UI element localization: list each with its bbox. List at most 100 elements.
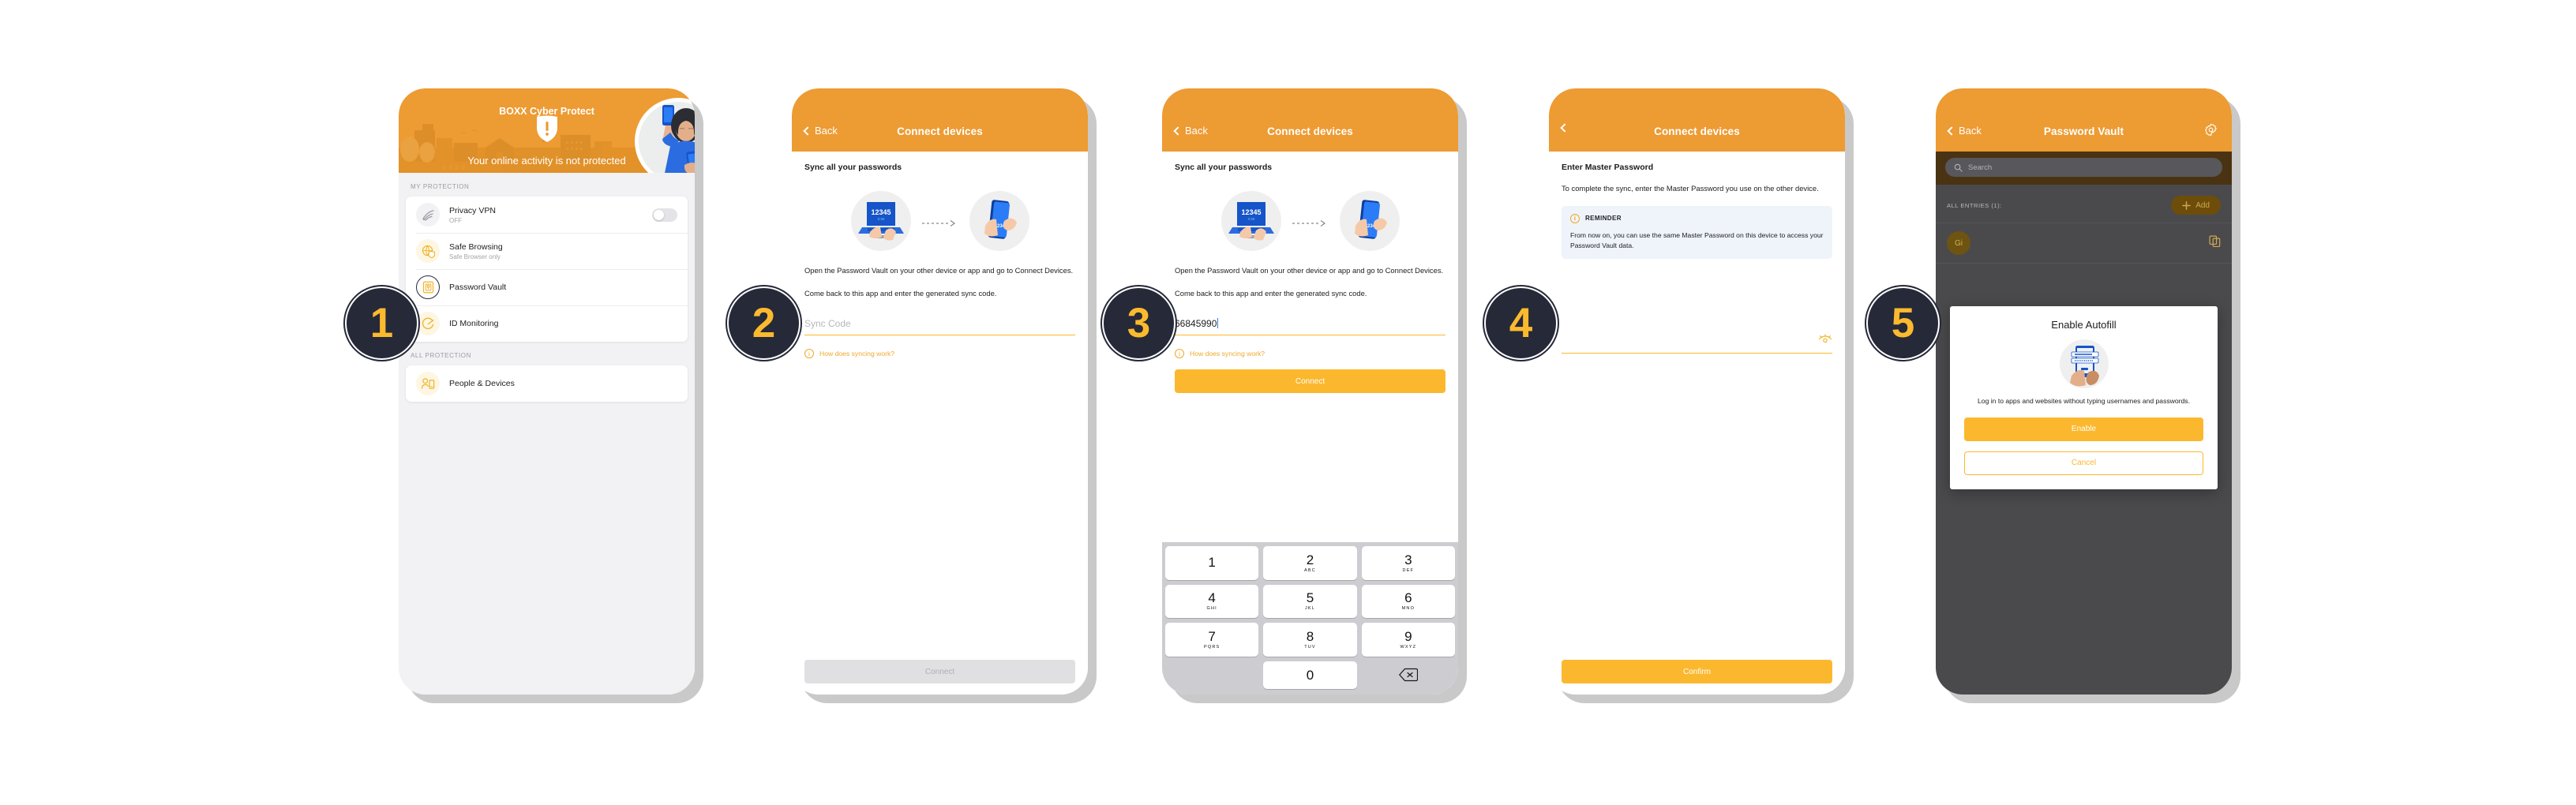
- list-item-id-monitoring[interactable]: ID Monitoring: [406, 305, 688, 342]
- section-heading: Sync all your passwords: [1175, 163, 1273, 172]
- search-input[interactable]: Search: [1945, 158, 2222, 177]
- add-entry-button[interactable]: Add: [2171, 196, 2221, 215]
- list-item-subtitle: OFF: [449, 216, 462, 224]
- key-number: 7: [1208, 628, 1216, 644]
- sync-arrow-icon: [1292, 217, 1329, 227]
- keypad-key-9[interactable]: 9 WXYZ: [1361, 623, 1455, 657]
- illustration-code-laptop: 12345: [871, 208, 891, 216]
- autofill-illustration: [2059, 339, 2109, 388]
- connect-body: Sync all your passwords 12345 0:59 12345…: [1162, 152, 1458, 695]
- screen-connect-devices-filled: Back Connect devices Sync all your passw…: [1162, 88, 1458, 695]
- step-badge-5: 5: [1866, 286, 1940, 360]
- keypad-key-3[interactable]: 3 DEF: [1361, 546, 1455, 580]
- wifi-icon: [416, 203, 440, 227]
- list-item-title: Password Vault: [449, 283, 507, 292]
- phone-illustration: 12345: [969, 191, 1029, 251]
- phone-mockup-4: Connect devices Enter Master Password To…: [1549, 88, 1854, 703]
- master-password-input[interactable]: [1562, 333, 1832, 354]
- confirm-button[interactable]: Confirm: [1562, 660, 1832, 683]
- page-title: Password Vault: [2043, 125, 2124, 137]
- screenshot-stage: BOXX Cyber Protect Your online activity …: [0, 0, 2576, 805]
- key-number: 1: [1208, 554, 1216, 570]
- key-letters: MNO: [1401, 606, 1415, 612]
- numeric-keypad: 1 2 ABC 3 DEF 4 GHI 5 JKL 6 MNO 7 PQRS 8…: [1162, 542, 1458, 695]
- instruction-step-one: Open the Password Vault on your other de…: [1175, 266, 1444, 275]
- vault-entry-row[interactable]: Gi: [1936, 223, 2232, 264]
- people-devices-icon: [416, 372, 440, 395]
- key-letters: DEF: [1402, 567, 1415, 573]
- section-heading: Sync all your passwords: [804, 163, 902, 172]
- sync-code-input[interactable]: Sync Code: [804, 316, 1075, 336]
- help-link-label: How does syncing work?: [1190, 350, 1266, 358]
- keypad-key-4[interactable]: 4 GHI: [1165, 584, 1259, 618]
- dashboard-body: MY PROTECTION Privacy VPN OFF Safe Brows…: [399, 173, 695, 695]
- laptop-illustration: 12345 0:59: [1221, 191, 1281, 251]
- connect-button[interactable]: Connect: [1175, 369, 1445, 393]
- step-badge-4: 4: [1484, 286, 1558, 360]
- sync-code-value: 66845990: [1175, 318, 1217, 330]
- copy-icon[interactable]: [2209, 235, 2221, 251]
- list-item-safe-browsing[interactable]: Safe Browsing Safe Browser only: [406, 233, 688, 269]
- key-number: 0: [1306, 667, 1314, 683]
- search-placeholder: Search: [1968, 163, 1993, 172]
- key-letters: JKL: [1304, 606, 1316, 612]
- privacy-vpn-toggle[interactable]: [652, 208, 677, 222]
- svg-text:0:59: 0:59: [1247, 217, 1254, 221]
- master-password-body: Enter Master Password To complete the sy…: [1549, 152, 1845, 695]
- info-icon: i: [1175, 349, 1184, 359]
- keypad-key-2[interactable]: 2 ABC: [1263, 546, 1357, 580]
- instruction-step-two: Come back to this app and enter the gene…: [1175, 288, 1367, 298]
- syncing-help-link[interactable]: i How does syncing work?: [804, 349, 1075, 359]
- page-title: Connect devices: [1267, 125, 1353, 137]
- cancel-button[interactable]: Cancel: [1964, 451, 2203, 475]
- phone-mockup-3: Back Connect devices Sync all your passw…: [1162, 88, 1467, 703]
- connect-button[interactable]: Connect: [804, 660, 1075, 683]
- keypad-key-7[interactable]: 7 PQRS: [1165, 623, 1259, 657]
- key-letters: TUV: [1304, 644, 1316, 650]
- vault-body: Search ALL ENTRIES (1): Add Gi Enable Au…: [1936, 152, 2232, 695]
- backspace-icon[interactable]: [1362, 661, 1455, 690]
- reminder-header: i REMINDER: [1570, 213, 1824, 223]
- keypad-key-5[interactable]: 5 JKL: [1263, 584, 1357, 618]
- list-item-privacy-vpn[interactable]: Privacy VPN OFF: [406, 197, 688, 233]
- keypad-key-8[interactable]: 8 TUV: [1263, 623, 1357, 657]
- section-heading: Enter Master Password: [1562, 163, 1654, 172]
- monitor-icon: [416, 312, 440, 335]
- keypad-key-6[interactable]: 6 MNO: [1361, 584, 1455, 618]
- avatar: Gi: [1947, 231, 1970, 255]
- reminder-body: From now on, you can use the same Master…: [1570, 230, 1824, 249]
- alert-shield-icon: [536, 115, 557, 142]
- key-number: 5: [1306, 590, 1314, 606]
- plus-icon: [2182, 200, 2192, 210]
- dashboard-hero: BOXX Cyber Protect Your online activity …: [399, 88, 695, 173]
- key-number: 2: [1306, 552, 1314, 567]
- info-icon: i: [804, 349, 814, 359]
- phone-mockup-1: BOXX Cyber Protect Your online activity …: [399, 88, 703, 703]
- phone-illustration: 12345: [1339, 191, 1400, 251]
- key-number: 8: [1306, 628, 1314, 644]
- instruction-text: To complete the sync, enter the Master P…: [1562, 184, 1819, 193]
- entries-count-label: ALL ENTRIES (1):: [1947, 201, 2002, 209]
- screen-master-password: Connect devices Enter Master Password To…: [1549, 88, 1845, 695]
- keypad-key-1[interactable]: 1: [1165, 546, 1259, 580]
- phone-mockup-2: Back Connect devices Sync all your passw…: [792, 88, 1097, 703]
- syncing-help-link[interactable]: i How does syncing work?: [1175, 349, 1445, 359]
- info-icon: i: [1570, 213, 1580, 223]
- key-number: 4: [1208, 590, 1216, 606]
- sync-illustration: 12345 0:59 12345: [1175, 191, 1445, 251]
- eye-icon[interactable]: [1818, 333, 1832, 347]
- list-item-title: People & Devices: [449, 379, 515, 388]
- all-protection-card: People & Devices: [406, 365, 688, 402]
- key-number: 6: [1404, 590, 1412, 606]
- keypad-key-0[interactable]: 0: [1263, 661, 1357, 689]
- key-letters: ABC: [1304, 567, 1316, 573]
- section-label-all-protection: ALL PROTECTION: [411, 352, 472, 359]
- list-item-password-vault[interactable]: Password Vault: [406, 269, 688, 305]
- key-letters: GHI: [1206, 606, 1217, 612]
- list-item-people-devices[interactable]: People & Devices: [406, 365, 688, 402]
- gear-icon[interactable]: [2204, 123, 2218, 140]
- enable-button[interactable]: Enable: [1964, 417, 2203, 441]
- modal-title: Enable Autofill: [2051, 319, 2117, 331]
- sync-code-input[interactable]: 66845990: [1175, 316, 1445, 336]
- laptop-illustration: 12345 0:59: [850, 191, 911, 251]
